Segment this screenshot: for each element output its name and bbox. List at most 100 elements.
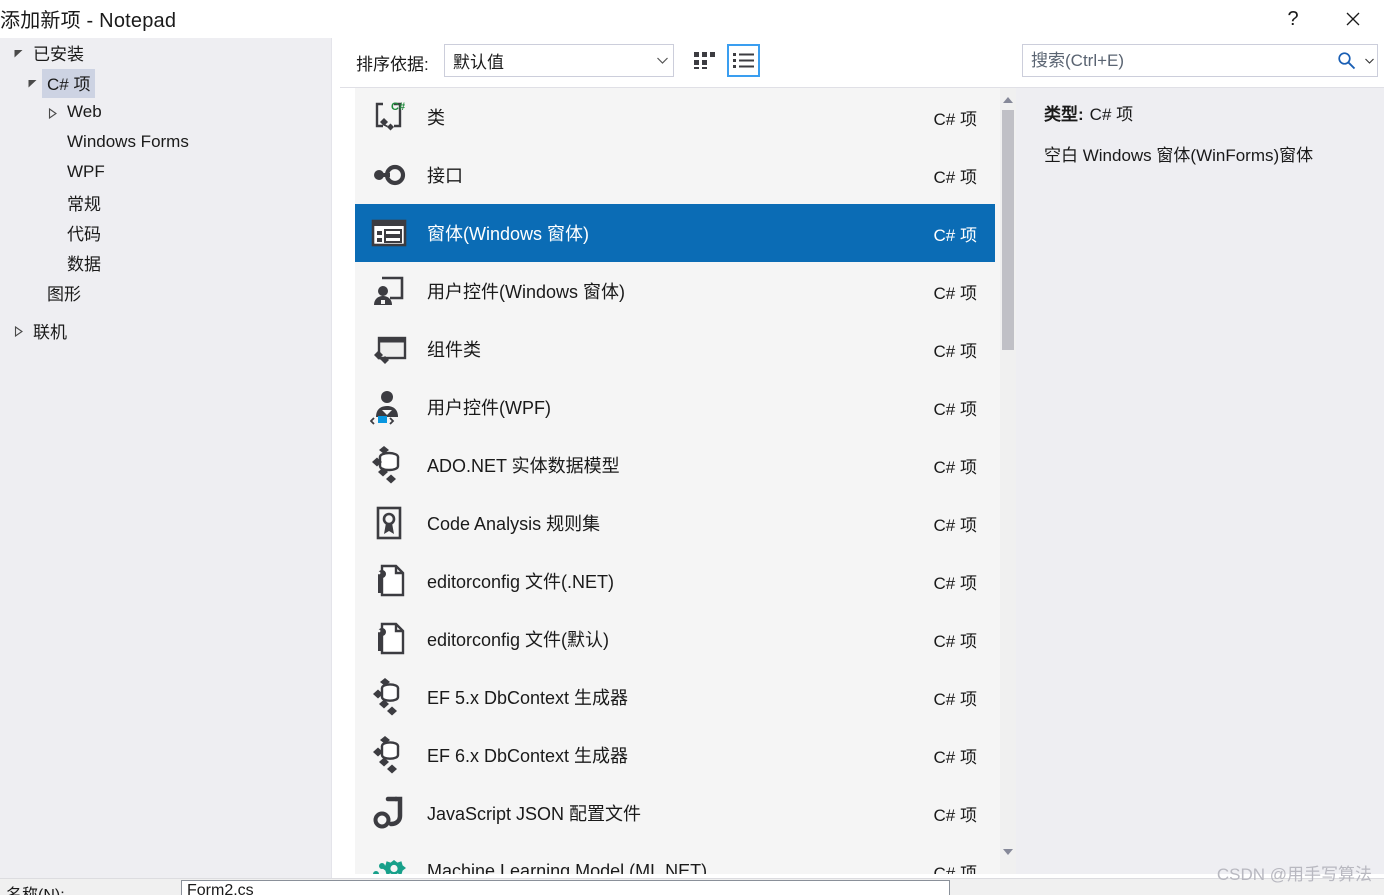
ef-dbcontext-icon xyxy=(365,735,413,775)
template-name: 用户控件(WPF) xyxy=(427,398,551,418)
sidebar-item-9[interactable]: 联机 xyxy=(0,316,332,346)
scroll-down-icon[interactable] xyxy=(1000,844,1016,860)
template-row[interactable]: 用户控件(Windows 窗体) C# 项 xyxy=(355,262,995,320)
sidebar-item-8[interactable]: 图形 xyxy=(0,278,332,308)
template-row[interactable]: editorconfig 文件(.NET) C# 项 xyxy=(355,552,995,610)
template-name: editorconfig 文件(.NET) xyxy=(427,572,615,592)
grid-view-button[interactable] xyxy=(688,44,721,77)
sidebar-item-0[interactable]: 已安装 xyxy=(0,38,332,68)
template-row[interactable]: EF 5.x DbContext 生成器 C# 项 xyxy=(355,668,995,726)
name-field-label: 名称(N): xyxy=(6,881,65,895)
bottom-bar: 名称(N): xyxy=(0,878,1384,895)
user-control-winforms-icon xyxy=(365,271,413,311)
template-list-container: C# 类 C# 项 接口 C# 项 窗体(Windows 窗体) C# 项 用户… xyxy=(355,88,995,874)
sidebar-item-6[interactable]: 代码 xyxy=(0,218,332,248)
toolbar: 排序依据: 默认值 xyxy=(340,38,1384,88)
left-panel-divider xyxy=(331,38,332,878)
help-button[interactable]: ? xyxy=(1270,0,1316,38)
template-row[interactable]: Machine Learning Model (ML.NET) C# 项 xyxy=(355,842,995,874)
list-view-button[interactable] xyxy=(727,44,760,77)
sidebar-item-5[interactable]: 常规 xyxy=(0,188,332,218)
tree-expanded-arrow-icon[interactable] xyxy=(22,68,42,98)
tree-collapsed-arrow-icon[interactable] xyxy=(42,98,62,128)
component-class-icon xyxy=(365,329,413,369)
editorconfig-file-icon xyxy=(365,619,413,659)
template-kind: C# 项 xyxy=(933,283,977,303)
installed-tree-panel: 已安装 C# 项 Web Windows Forms WPF 常规代码 数据 图形联机 xyxy=(0,38,332,878)
template-kind: C# 项 xyxy=(933,573,977,593)
template-row[interactable]: 组件类 C# 项 xyxy=(355,320,995,378)
template-name: editorconfig 文件(默认) xyxy=(427,630,610,650)
detail-description: 空白 Windows 窗体(WinForms)窗体 xyxy=(1044,146,1314,165)
sidebar-item-label: 常规 xyxy=(67,194,101,214)
template-name: JavaScript JSON 配置文件 xyxy=(427,804,642,824)
template-kind: C# 项 xyxy=(933,805,977,825)
search-input[interactable] xyxy=(1023,45,1331,76)
close-icon xyxy=(1346,12,1360,26)
windows-form-icon xyxy=(365,213,413,253)
sidebar-item-7[interactable]: 数据 xyxy=(0,248,332,278)
template-name: 用户控件(Windows 窗体) xyxy=(427,282,626,302)
chevron-down-icon xyxy=(651,57,673,64)
scrollbar-thumb[interactable] xyxy=(1002,110,1014,350)
sort-by-label: 排序依据: xyxy=(356,55,429,74)
json-file-icon xyxy=(365,793,413,833)
tree-expanded-arrow-icon[interactable] xyxy=(8,38,28,68)
template-row[interactable]: JavaScript JSON 配置文件 C# 项 xyxy=(355,784,995,842)
template-kind: C# 项 xyxy=(933,109,977,129)
user-control-wpf-icon xyxy=(365,387,413,427)
template-kind: C# 项 xyxy=(933,399,977,419)
class-icon: C# xyxy=(365,97,413,137)
template-kind: C# 项 xyxy=(933,515,977,535)
template-kind: C# 项 xyxy=(933,225,977,245)
template-kind: C# 项 xyxy=(933,863,977,875)
scroll-up-icon[interactable] xyxy=(1000,92,1016,108)
template-row[interactable]: 接口 C# 项 xyxy=(355,146,995,204)
sidebar-item-2[interactable]: Web xyxy=(0,98,332,128)
template-kind: C# 项 xyxy=(933,341,977,361)
template-row[interactable]: EF 6.x DbContext 生成器 C# 项 xyxy=(355,726,995,784)
sidebar-item-label: C# 项 xyxy=(42,68,96,98)
template-row[interactable]: Code Analysis 规则集 C# 项 xyxy=(355,494,995,552)
ml-net-icon xyxy=(365,851,413,874)
list-scrollbar[interactable] xyxy=(1000,88,1016,874)
template-kind: C# 项 xyxy=(933,747,977,767)
template-row[interactable]: 用户控件(WPF) C# 项 xyxy=(355,378,995,436)
ef-dbcontext-icon xyxy=(365,677,413,717)
name-field-wrap[interactable] xyxy=(181,880,950,895)
grid-view-icon xyxy=(694,52,715,69)
code-analysis-ruleset-icon xyxy=(365,503,413,543)
name-input[interactable] xyxy=(182,881,949,895)
template-list[interactable]: C# 类 C# 项 接口 C# 项 窗体(Windows 窗体) C# 项 用户… xyxy=(355,88,1015,874)
template-kind: C# 项 xyxy=(933,167,977,187)
template-name: EF 6.x DbContext 生成器 xyxy=(427,746,629,766)
watermark: CSDN @用手写算法 xyxy=(1216,865,1372,884)
template-name: ADO.NET 实体数据模型 xyxy=(427,456,620,476)
close-button[interactable] xyxy=(1330,0,1376,38)
sidebar-item-label: Windows Forms xyxy=(67,132,189,151)
sidebar-item-label: WPF xyxy=(67,162,105,181)
template-name: 窗体(Windows 窗体) xyxy=(427,224,590,244)
sidebar-item-4[interactable]: WPF xyxy=(0,158,332,188)
sidebar-item-3[interactable]: Windows Forms xyxy=(0,128,332,158)
search-box[interactable] xyxy=(1022,44,1378,77)
editorconfig-file-icon xyxy=(365,561,413,601)
sidebar-item-label: 已安装 xyxy=(33,44,84,64)
detail-type-value: C# 项 xyxy=(1089,105,1134,124)
template-row[interactable]: 窗体(Windows 窗体) C# 项 xyxy=(355,204,995,262)
question-mark-icon: ? xyxy=(1287,7,1299,30)
sort-by-select[interactable]: 默认值 xyxy=(444,44,674,77)
list-view-icon xyxy=(733,53,754,68)
tree-container: 已安装 C# 项 Web Windows Forms WPF 常规代码 数据 图形联机 xyxy=(0,38,332,346)
template-kind: C# 项 xyxy=(933,689,977,709)
window-title: 添加新项 - Notepad xyxy=(0,10,177,32)
tree-collapsed-arrow-icon[interactable] xyxy=(8,316,28,346)
template-row[interactable]: C# 类 C# 项 xyxy=(355,88,995,146)
template-name: 接口 xyxy=(427,166,463,186)
template-row[interactable]: ADO.NET 实体数据模型 C# 项 xyxy=(355,436,995,494)
sidebar-item-1[interactable]: C# 项 xyxy=(0,68,332,98)
template-row[interactable]: editorconfig 文件(默认) C# 项 xyxy=(355,610,995,668)
search-icon xyxy=(1331,51,1361,70)
search-dropdown-icon[interactable] xyxy=(1361,58,1377,64)
detail-panel: 类型: C# 项 空白 Windows 窗体(WinForms)窗体 xyxy=(1016,88,1384,874)
